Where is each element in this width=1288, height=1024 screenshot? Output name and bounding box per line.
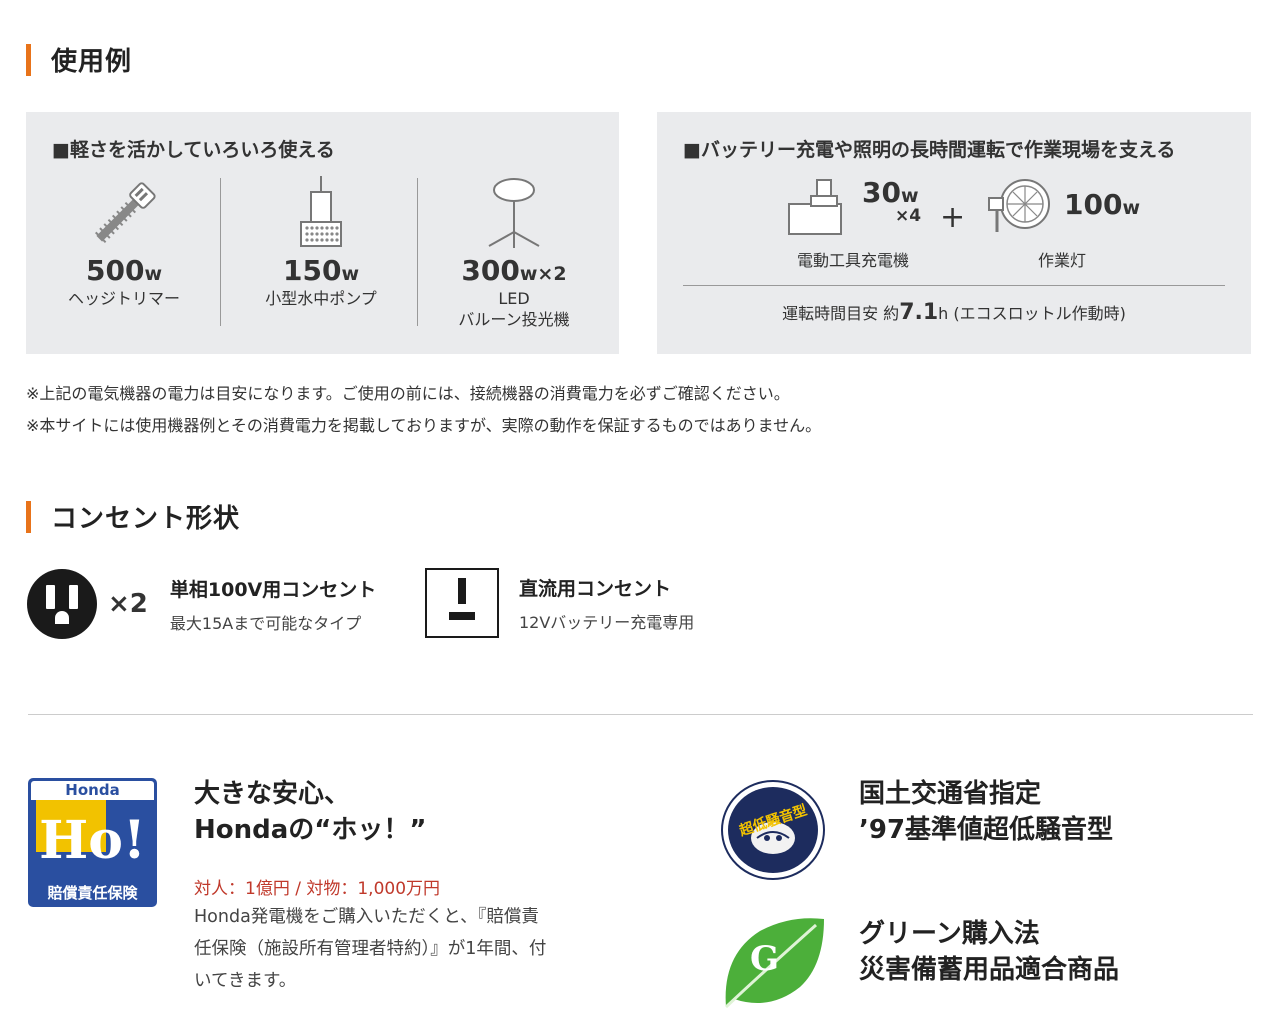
charger-multiplier: ×4 bbox=[895, 206, 922, 226]
charger-watt: 30w bbox=[862, 176, 919, 209]
device-name-line: LED bbox=[498, 289, 530, 308]
coverage-text: 対人：1億円 / 対物：1,000万円 bbox=[194, 879, 441, 899]
outlet-title: 単相100V用コンセント bbox=[169, 578, 377, 601]
ac-outlet-icon bbox=[27, 569, 97, 639]
feature-title-line: 国土交通省指定 bbox=[859, 779, 1042, 809]
balloon-light-icon bbox=[488, 178, 540, 248]
badge-caption: 賠償責任保険 bbox=[47, 884, 138, 902]
tool-charger-icon bbox=[788, 179, 842, 235]
usage-panel-worksite: ■バッテリー充電や照明の長時間運転で作業現場を支える 30w ×4 電動工具充電… bbox=[657, 112, 1251, 354]
light-watt: 100w bbox=[1064, 188, 1141, 221]
outlet-ac: ×2 単相100V用コンセント 最大15Aまで可能なタイプ bbox=[26, 568, 376, 640]
leaf-letter: G bbox=[750, 939, 780, 979]
outlet-text: 単相100V用コンセント 最大15Aまで可能なタイプ bbox=[170, 575, 376, 634]
device-hedge-trimmer: 500w ヘッジトリマー bbox=[26, 174, 222, 329]
feature-title-line: グリーン購入法 bbox=[859, 919, 1040, 949]
outlet-dc: 直流用コンセント 12Vバッテリー充電専用 bbox=[425, 568, 694, 638]
outlet-count: ×2 bbox=[108, 589, 148, 619]
honda-ho-badge: Honda Ho! 賠償責任保険 bbox=[28, 778, 157, 907]
honda-feature: 大きな安心、 Hondaの“ホッ！” 対人：1億円 / 対物：1,000万円 H… bbox=[194, 776, 546, 997]
plus-sign: + bbox=[940, 200, 966, 235]
dc-outlet-icon bbox=[425, 568, 499, 638]
divider bbox=[683, 285, 1225, 286]
charger-name: 電動工具充電機 bbox=[796, 251, 909, 270]
badge-brand: Honda bbox=[31, 781, 154, 800]
outlet-title: 直流用コンセント bbox=[519, 577, 672, 600]
feature-title: グリーン購入法 災害備蓄用品適合商品 bbox=[859, 916, 1119, 988]
low-noise-badge: 超低騒音型 bbox=[721, 780, 825, 884]
body-line: Honda発電機をご購入いただくと、『賠償責 bbox=[194, 907, 539, 927]
water-pump-icon bbox=[300, 176, 342, 247]
notes: ※上記の電気機器の電力は目安になります。ご使用の前には、接続機器の消費電力を必ず… bbox=[26, 378, 821, 442]
body-line: 任保険（施設所有管理者特約）』が1年間、付 bbox=[194, 939, 547, 959]
device-name: 小型水中ポンプ bbox=[265, 289, 377, 308]
feature-title-line: Hondaの“ホッ！” bbox=[194, 815, 427, 845]
green-feature: グリーン購入法 災害備蓄用品適合商品 bbox=[859, 916, 1119, 988]
feature-body: Honda発電機をご購入いただくと、『賠償責 任保険（施設所有管理者特約）』が1… bbox=[194, 901, 546, 997]
body-line: いてきます。 bbox=[194, 971, 297, 991]
usage-panel-light: ■軽さを活かしていろいろ使える 500w ヘッジトリマー 150w 小型水中ポン… bbox=[26, 112, 619, 354]
hedge-trimmer-icon bbox=[95, 182, 156, 243]
device-water-pump: 150w 小型水中ポンプ bbox=[223, 174, 419, 329]
outlet-text: 直流用コンセント 12Vバッテリー充電専用 bbox=[519, 574, 694, 633]
feature-title-line: 災害備蓄用品適合商品 bbox=[859, 955, 1120, 985]
device-name: LED バルーン投光機 bbox=[416, 288, 612, 330]
feature-title: 国土交通省指定 ’97基準値超低騒音型 bbox=[859, 776, 1113, 848]
watt-value: 150w bbox=[282, 254, 359, 287]
panel-heading: ■軽さを活かしていろいろ使える bbox=[52, 139, 335, 161]
light-name: 作業灯 bbox=[1037, 251, 1086, 270]
runtime-text: 運転時間目安 約7.1h (エコスロットル作動時) bbox=[782, 300, 1126, 325]
feature-title-line: 大きな安心、 bbox=[194, 779, 351, 809]
device-name-line: バルーン投光機 bbox=[458, 310, 570, 329]
accent-bar bbox=[26, 500, 31, 533]
section-title-outlets: コンセント形状 bbox=[26, 498, 240, 535]
badge-ho: Ho! bbox=[39, 810, 146, 871]
green-purchase-badge: G bbox=[720, 915, 826, 1015]
note-line: ※上記の電気機器の電力は目安になります。ご使用の前には、接続機器の消費電力を必ず… bbox=[26, 384, 790, 403]
watt-value: 300w×2 bbox=[461, 254, 567, 287]
section-title-usage: 使用例 bbox=[26, 41, 132, 78]
accent-bar bbox=[26, 43, 31, 76]
work-light-icon bbox=[988, 179, 1050, 232]
feature-title: 大きな安心、 Hondaの“ホッ！” bbox=[194, 776, 546, 848]
device-name: ヘッジトリマー bbox=[67, 289, 180, 308]
feature-title-line: ’97基準値超低騒音型 bbox=[859, 815, 1114, 845]
watt-value: 500w bbox=[85, 254, 162, 287]
outlet-sub: 最大15Aまで可能なタイプ bbox=[169, 613, 362, 633]
device-balloon-light: 300w×2 LED バルーン投光機 bbox=[416, 174, 612, 329]
section-heading: 使用例 bbox=[51, 47, 133, 77]
outlet-sub: 12Vバッテリー充電専用 bbox=[519, 612, 695, 632]
section-heading: コンセント形状 bbox=[51, 504, 241, 534]
divider bbox=[220, 178, 221, 326]
section-divider bbox=[28, 714, 1253, 715]
low-noise-feature: 国土交通省指定 ’97基準値超低騒音型 bbox=[859, 776, 1113, 848]
note-line: ※本サイトには使用機器例とその消費電力を掲載しておりますが、実際の動作を保証する… bbox=[26, 416, 822, 435]
panel-heading: ■バッテリー充電や照明の長時間運転で作業現場を支える bbox=[683, 139, 1176, 161]
